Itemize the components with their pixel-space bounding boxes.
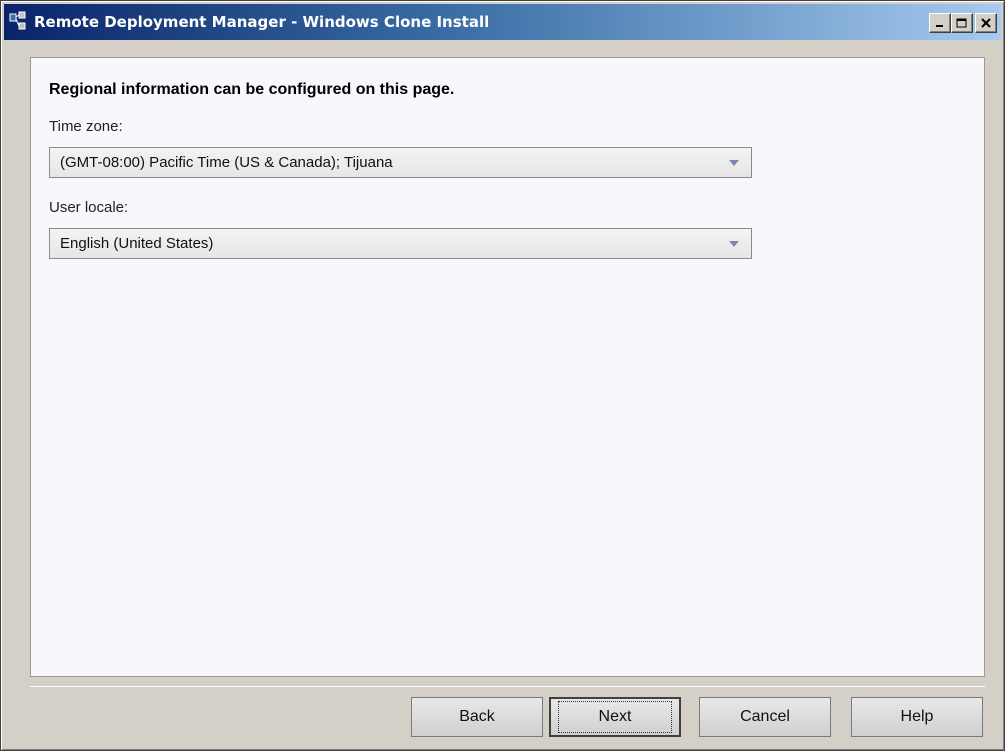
- close-button[interactable]: [975, 13, 997, 33]
- close-icon: [981, 18, 991, 28]
- maximize-icon: [956, 18, 967, 27]
- minimize-icon: [936, 25, 943, 27]
- time-zone-select[interactable]: (GMT-08:00) Pacific Time (US & Canada); …: [49, 147, 752, 178]
- next-button-label: Next: [557, 701, 673, 733]
- time-zone-value: (GMT-08:00) Pacific Time (US & Canada); …: [60, 154, 393, 171]
- page-heading: Regional information can be configured o…: [49, 81, 455, 98]
- user-locale-value: English (United States): [60, 235, 214, 252]
- window-title: Remote Deployment Manager - Windows Clon…: [34, 13, 490, 31]
- minimize-button[interactable]: [929, 13, 951, 33]
- dialog-window: Remote Deployment Manager - Windows Clon…: [0, 0, 1005, 751]
- app-icon: [8, 11, 30, 33]
- title-bar[interactable]: Remote Deployment Manager - Windows Clon…: [4, 4, 1001, 40]
- cancel-button[interactable]: Cancel: [699, 697, 831, 737]
- chevron-down-icon[interactable]: [729, 240, 739, 247]
- content-panel: Regional information can be configured o…: [30, 57, 985, 677]
- maximize-button[interactable]: [951, 13, 973, 33]
- time-zone-label: Time zone:: [49, 118, 123, 135]
- back-button[interactable]: Back: [411, 697, 543, 737]
- footer-divider: [30, 686, 985, 687]
- user-locale-select[interactable]: English (United States): [49, 228, 752, 259]
- next-button[interactable]: Next: [549, 697, 681, 737]
- chevron-down-icon[interactable]: [729, 159, 739, 166]
- help-button[interactable]: Help: [851, 697, 983, 737]
- user-locale-label: User locale:: [49, 199, 129, 216]
- window-controls: [929, 13, 997, 33]
